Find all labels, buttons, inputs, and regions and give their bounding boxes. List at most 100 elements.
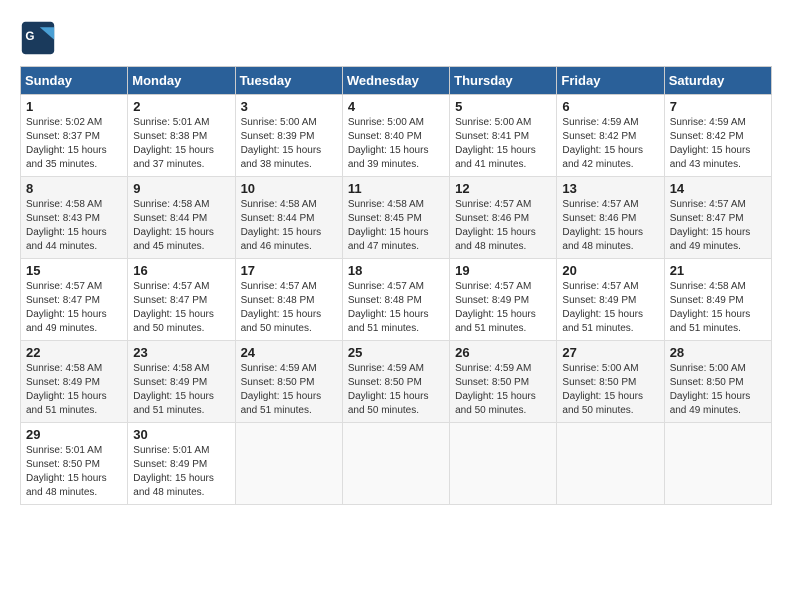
logo-icon: G [20, 20, 56, 56]
calendar-cell [450, 423, 557, 505]
calendar-row: 8 Sunrise: 4:58 AM Sunset: 8:43 PM Dayli… [21, 177, 772, 259]
calendar-cell: 6 Sunrise: 4:59 AM Sunset: 8:42 PM Dayli… [557, 95, 664, 177]
col-tuesday: Tuesday [235, 67, 342, 95]
day-info: Sunrise: 5:00 AM Sunset: 8:50 PM Dayligh… [562, 362, 658, 418]
day-number: 14 [670, 181, 766, 196]
svg-text:G: G [25, 30, 34, 43]
day-number: 4 [348, 99, 444, 114]
day-info: Sunrise: 5:00 AM Sunset: 8:39 PM Dayligh… [241, 116, 337, 172]
calendar-cell: 3 Sunrise: 5:00 AM Sunset: 8:39 PM Dayli… [235, 95, 342, 177]
day-number: 11 [348, 181, 444, 196]
calendar-header-row: Sunday Monday Tuesday Wednesday Thursday… [21, 67, 772, 95]
day-info: Sunrise: 4:58 AM Sunset: 8:44 PM Dayligh… [133, 198, 229, 254]
calendar-cell: 19 Sunrise: 4:57 AM Sunset: 8:49 PM Dayl… [450, 259, 557, 341]
calendar-cell: 10 Sunrise: 4:58 AM Sunset: 8:44 PM Dayl… [235, 177, 342, 259]
day-info: Sunrise: 5:00 AM Sunset: 8:40 PM Dayligh… [348, 116, 444, 172]
day-number: 26 [455, 345, 551, 360]
logo: G [20, 20, 60, 56]
calendar-cell: 15 Sunrise: 4:57 AM Sunset: 8:47 PM Dayl… [21, 259, 128, 341]
col-thursday: Thursday [450, 67, 557, 95]
calendar-cell: 14 Sunrise: 4:57 AM Sunset: 8:47 PM Dayl… [664, 177, 771, 259]
day-info: Sunrise: 4:57 AM Sunset: 8:46 PM Dayligh… [455, 198, 551, 254]
calendar-cell: 5 Sunrise: 5:00 AM Sunset: 8:41 PM Dayli… [450, 95, 557, 177]
day-info: Sunrise: 4:59 AM Sunset: 8:50 PM Dayligh… [348, 362, 444, 418]
day-number: 28 [670, 345, 766, 360]
col-saturday: Saturday [664, 67, 771, 95]
day-number: 27 [562, 345, 658, 360]
day-info: Sunrise: 5:00 AM Sunset: 8:50 PM Dayligh… [670, 362, 766, 418]
col-sunday: Sunday [21, 67, 128, 95]
calendar-body: 1 Sunrise: 5:02 AM Sunset: 8:37 PM Dayli… [21, 95, 772, 505]
calendar-cell: 18 Sunrise: 4:57 AM Sunset: 8:48 PM Dayl… [342, 259, 449, 341]
calendar-cell: 25 Sunrise: 4:59 AM Sunset: 8:50 PM Dayl… [342, 341, 449, 423]
calendar-row: 29 Sunrise: 5:01 AM Sunset: 8:50 PM Dayl… [21, 423, 772, 505]
day-number: 20 [562, 263, 658, 278]
day-info: Sunrise: 4:59 AM Sunset: 8:42 PM Dayligh… [670, 116, 766, 172]
col-monday: Monday [128, 67, 235, 95]
calendar-cell: 4 Sunrise: 5:00 AM Sunset: 8:40 PM Dayli… [342, 95, 449, 177]
calendar-cell: 13 Sunrise: 4:57 AM Sunset: 8:46 PM Dayl… [557, 177, 664, 259]
day-number: 16 [133, 263, 229, 278]
day-number: 24 [241, 345, 337, 360]
calendar-cell: 26 Sunrise: 4:59 AM Sunset: 8:50 PM Dayl… [450, 341, 557, 423]
day-info: Sunrise: 4:57 AM Sunset: 8:48 PM Dayligh… [241, 280, 337, 336]
day-number: 30 [133, 427, 229, 442]
calendar-cell: 24 Sunrise: 4:59 AM Sunset: 8:50 PM Dayl… [235, 341, 342, 423]
day-info: Sunrise: 4:57 AM Sunset: 8:49 PM Dayligh… [455, 280, 551, 336]
calendar-cell [342, 423, 449, 505]
day-info: Sunrise: 5:01 AM Sunset: 8:50 PM Dayligh… [26, 444, 122, 500]
calendar-cell: 27 Sunrise: 5:00 AM Sunset: 8:50 PM Dayl… [557, 341, 664, 423]
day-info: Sunrise: 5:00 AM Sunset: 8:41 PM Dayligh… [455, 116, 551, 172]
day-info: Sunrise: 4:58 AM Sunset: 8:49 PM Dayligh… [133, 362, 229, 418]
day-info: Sunrise: 4:59 AM Sunset: 8:42 PM Dayligh… [562, 116, 658, 172]
day-info: Sunrise: 5:01 AM Sunset: 8:49 PM Dayligh… [133, 444, 229, 500]
calendar-cell: 17 Sunrise: 4:57 AM Sunset: 8:48 PM Dayl… [235, 259, 342, 341]
day-info: Sunrise: 4:59 AM Sunset: 8:50 PM Dayligh… [455, 362, 551, 418]
day-number: 10 [241, 181, 337, 196]
calendar-cell: 16 Sunrise: 4:57 AM Sunset: 8:47 PM Dayl… [128, 259, 235, 341]
calendar-cell: 8 Sunrise: 4:58 AM Sunset: 8:43 PM Dayli… [21, 177, 128, 259]
calendar-cell: 1 Sunrise: 5:02 AM Sunset: 8:37 PM Dayli… [21, 95, 128, 177]
calendar-table: Sunday Monday Tuesday Wednesday Thursday… [20, 66, 772, 505]
calendar-cell [557, 423, 664, 505]
col-friday: Friday [557, 67, 664, 95]
day-number: 23 [133, 345, 229, 360]
day-number: 3 [241, 99, 337, 114]
day-number: 5 [455, 99, 551, 114]
col-wednesday: Wednesday [342, 67, 449, 95]
day-info: Sunrise: 4:58 AM Sunset: 8:43 PM Dayligh… [26, 198, 122, 254]
calendar-cell: 11 Sunrise: 4:58 AM Sunset: 8:45 PM Dayl… [342, 177, 449, 259]
day-number: 9 [133, 181, 229, 196]
day-number: 15 [26, 263, 122, 278]
day-info: Sunrise: 4:57 AM Sunset: 8:49 PM Dayligh… [562, 280, 658, 336]
day-info: Sunrise: 4:57 AM Sunset: 8:46 PM Dayligh… [562, 198, 658, 254]
day-number: 18 [348, 263, 444, 278]
calendar-row: 1 Sunrise: 5:02 AM Sunset: 8:37 PM Dayli… [21, 95, 772, 177]
day-number: 7 [670, 99, 766, 114]
day-number: 2 [133, 99, 229, 114]
day-number: 13 [562, 181, 658, 196]
day-number: 29 [26, 427, 122, 442]
day-number: 1 [26, 99, 122, 114]
calendar-cell: 29 Sunrise: 5:01 AM Sunset: 8:50 PM Dayl… [21, 423, 128, 505]
day-number: 22 [26, 345, 122, 360]
calendar-cell: 9 Sunrise: 4:58 AM Sunset: 8:44 PM Dayli… [128, 177, 235, 259]
day-info: Sunrise: 4:59 AM Sunset: 8:50 PM Dayligh… [241, 362, 337, 418]
day-info: Sunrise: 4:57 AM Sunset: 8:48 PM Dayligh… [348, 280, 444, 336]
day-info: Sunrise: 4:58 AM Sunset: 8:44 PM Dayligh… [241, 198, 337, 254]
day-number: 12 [455, 181, 551, 196]
calendar-cell: 22 Sunrise: 4:58 AM Sunset: 8:49 PM Dayl… [21, 341, 128, 423]
calendar-row: 22 Sunrise: 4:58 AM Sunset: 8:49 PM Dayl… [21, 341, 772, 423]
calendar-cell: 20 Sunrise: 4:57 AM Sunset: 8:49 PM Dayl… [557, 259, 664, 341]
day-info: Sunrise: 4:57 AM Sunset: 8:47 PM Dayligh… [26, 280, 122, 336]
calendar-row: 15 Sunrise: 4:57 AM Sunset: 8:47 PM Dayl… [21, 259, 772, 341]
day-info: Sunrise: 4:58 AM Sunset: 8:49 PM Dayligh… [670, 280, 766, 336]
day-info: Sunrise: 4:57 AM Sunset: 8:47 PM Dayligh… [670, 198, 766, 254]
day-number: 6 [562, 99, 658, 114]
day-number: 8 [26, 181, 122, 196]
day-number: 21 [670, 263, 766, 278]
calendar-cell [664, 423, 771, 505]
calendar-cell: 28 Sunrise: 5:00 AM Sunset: 8:50 PM Dayl… [664, 341, 771, 423]
calendar-cell: 2 Sunrise: 5:01 AM Sunset: 8:38 PM Dayli… [128, 95, 235, 177]
calendar-cell: 30 Sunrise: 5:01 AM Sunset: 8:49 PM Dayl… [128, 423, 235, 505]
